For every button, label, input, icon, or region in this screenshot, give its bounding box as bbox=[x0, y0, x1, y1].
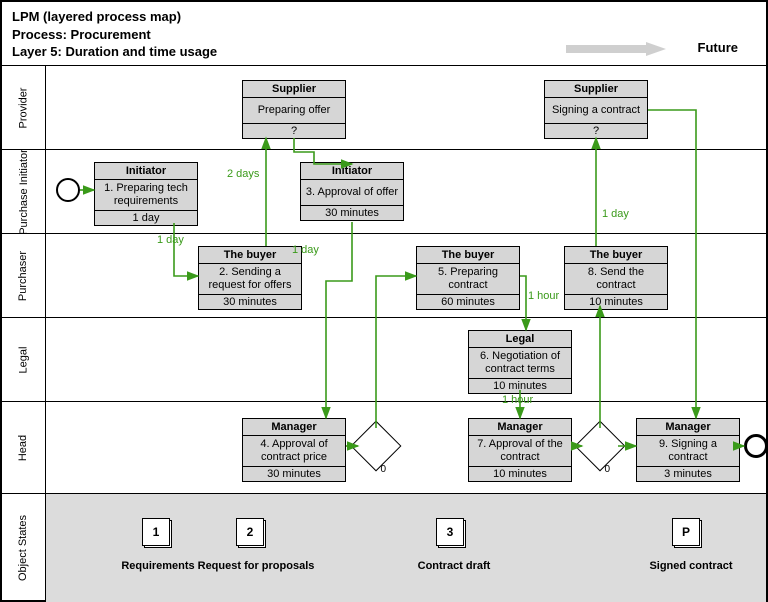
future-label: Future bbox=[698, 40, 738, 55]
activity-task: 5. Preparing contract bbox=[417, 264, 519, 295]
activity-role: Manager bbox=[469, 419, 571, 436]
activity-supplier-sign: Supplier Signing a contract ? bbox=[544, 80, 648, 139]
activity-duration: 3 minutes bbox=[637, 467, 739, 481]
lane-label-objects: Object States bbox=[2, 494, 46, 602]
activity-buyer-2: The buyer 2. Sending a request for offer… bbox=[198, 246, 302, 310]
lane-label-provider: Provider bbox=[2, 66, 46, 149]
lane-purchaser: Purchaser The buyer 2. Sending a request… bbox=[2, 234, 766, 318]
activity-duration: ? bbox=[243, 124, 345, 138]
object-state-p: P bbox=[672, 518, 700, 546]
activity-role: Manager bbox=[243, 419, 345, 436]
activity-task: Signing a contract bbox=[545, 98, 647, 124]
activity-role: Legal bbox=[469, 331, 571, 348]
object-label-2: Request for proposals bbox=[186, 560, 326, 572]
diamond-icon bbox=[575, 421, 626, 472]
activity-task: 7. Approval of the contract bbox=[469, 436, 571, 467]
activity-role: The buyer bbox=[417, 247, 519, 264]
lane-label-purchaser: Purchaser bbox=[2, 234, 46, 317]
flow-label-2days: 2 days bbox=[227, 168, 259, 180]
flow-label-1day-c: 1 day bbox=[602, 208, 629, 220]
activity-task: 6. Negotiation of contract terms bbox=[469, 348, 571, 379]
activity-role: Initiator bbox=[95, 163, 197, 180]
activity-duration: 10 minutes bbox=[469, 467, 571, 481]
gateway-zero: 0 bbox=[380, 464, 386, 475]
swimlanes: Provider Supplier Preparing offer ? Supp… bbox=[2, 66, 766, 600]
end-event-icon bbox=[744, 434, 768, 458]
diagram-header: LPM (layered process map) Process: Procu… bbox=[2, 2, 766, 66]
activity-role: Initiator bbox=[301, 163, 403, 180]
lane-legal: Legal Legal 6. Negotiation of contract t… bbox=[2, 318, 766, 402]
flow-label-1day-a: 1 day bbox=[157, 234, 184, 246]
header-title-1: LPM (layered process map) bbox=[12, 8, 756, 26]
activity-task: 3. Approval of offer bbox=[301, 180, 403, 206]
activity-initiator-3: Initiator 3. Approval of offer 30 minute… bbox=[300, 162, 404, 221]
activity-role: The buyer bbox=[565, 247, 667, 264]
flow-label-1day-b: 1 day bbox=[292, 244, 319, 256]
activity-duration: 30 minutes bbox=[199, 295, 301, 309]
activity-supplier-offer: Supplier Preparing offer ? bbox=[242, 80, 346, 139]
gateway-2: 0 bbox=[582, 428, 618, 464]
lane-content-head: Manager 4. Approval of contract price 30… bbox=[46, 402, 766, 493]
gateway-zero: 0 bbox=[604, 464, 610, 475]
lane-label-legal: Legal bbox=[2, 318, 46, 401]
object-state-2: 2 bbox=[236, 518, 264, 546]
lane-content-objects: 1 Requirements 2 Request for proposals 3… bbox=[46, 494, 766, 602]
activity-task: 1. Preparing tech requirements bbox=[95, 180, 197, 211]
start-event-icon bbox=[56, 178, 80, 202]
activity-duration: 1 day bbox=[95, 211, 197, 225]
lane-label-initiator: Purchase Initiator bbox=[2, 150, 46, 233]
activity-duration: 30 minutes bbox=[301, 206, 403, 220]
activity-buyer-5: The buyer 5. Preparing contract 60 minut… bbox=[416, 246, 520, 310]
activity-task: 4. Approval of contract price bbox=[243, 436, 345, 467]
activity-buyer-8: The buyer 8. Send the contract 10 minute… bbox=[564, 246, 668, 310]
future-arrow-icon bbox=[566, 42, 666, 56]
activity-task: 2. Sending a request for offers bbox=[199, 264, 301, 295]
object-label-p: Signed contract bbox=[636, 560, 746, 572]
activity-manager-9: Manager 9. Signing a contract 3 minutes bbox=[636, 418, 740, 482]
diamond-icon bbox=[351, 421, 402, 472]
lane-content-initiator: Initiator 1. Preparing tech requirements… bbox=[46, 150, 766, 233]
activity-duration: 30 minutes bbox=[243, 467, 345, 481]
activity-legal-6: Legal 6. Negotiation of contract terms 1… bbox=[468, 330, 572, 394]
lane-head: Head Manager 4. Approval of contract pri… bbox=[2, 402, 766, 494]
flow-label-1hour-b: 1 hour bbox=[502, 394, 533, 406]
activity-duration: 10 minutes bbox=[565, 295, 667, 309]
lane-content-provider: Supplier Preparing offer ? Supplier Sign… bbox=[46, 66, 766, 149]
flow-label-1hour-a: 1 hour bbox=[528, 290, 559, 302]
lane-provider: Provider Supplier Preparing offer ? Supp… bbox=[2, 66, 766, 150]
activity-role: Supplier bbox=[243, 81, 345, 98]
activity-task: Preparing offer bbox=[243, 98, 345, 124]
activity-duration: ? bbox=[545, 124, 647, 138]
activity-role: Supplier bbox=[545, 81, 647, 98]
activity-role: Manager bbox=[637, 419, 739, 436]
lane-initiator: Purchase Initiator Initiator 1. Preparin… bbox=[2, 150, 766, 234]
lane-object-states: Object States 1 Requirements 2 Request f… bbox=[2, 494, 766, 602]
gateway-1: 0 bbox=[358, 428, 394, 464]
lane-label-head: Head bbox=[2, 402, 46, 493]
lane-content-legal: Legal 6. Negotiation of contract terms 1… bbox=[46, 318, 766, 401]
object-state-3: 3 bbox=[436, 518, 464, 546]
activity-role: The buyer bbox=[199, 247, 301, 264]
activity-manager-7: Manager 7. Approval of the contract 10 m… bbox=[468, 418, 572, 482]
object-label-3: Contract draft bbox=[404, 560, 504, 572]
object-state-1: 1 bbox=[142, 518, 170, 546]
activity-duration: 10 minutes bbox=[469, 379, 571, 393]
lpm-diagram: LPM (layered process map) Process: Procu… bbox=[0, 0, 768, 602]
lane-content-purchaser: The buyer 2. Sending a request for offer… bbox=[46, 234, 766, 317]
activity-initiator-1: Initiator 1. Preparing tech requirements… bbox=[94, 162, 198, 226]
activity-task: 8. Send the contract bbox=[565, 264, 667, 295]
activity-task: 9. Signing a contract bbox=[637, 436, 739, 467]
activity-duration: 60 minutes bbox=[417, 295, 519, 309]
header-title-2: Process: Procurement bbox=[12, 26, 756, 44]
activity-manager-4: Manager 4. Approval of contract price 30… bbox=[242, 418, 346, 482]
